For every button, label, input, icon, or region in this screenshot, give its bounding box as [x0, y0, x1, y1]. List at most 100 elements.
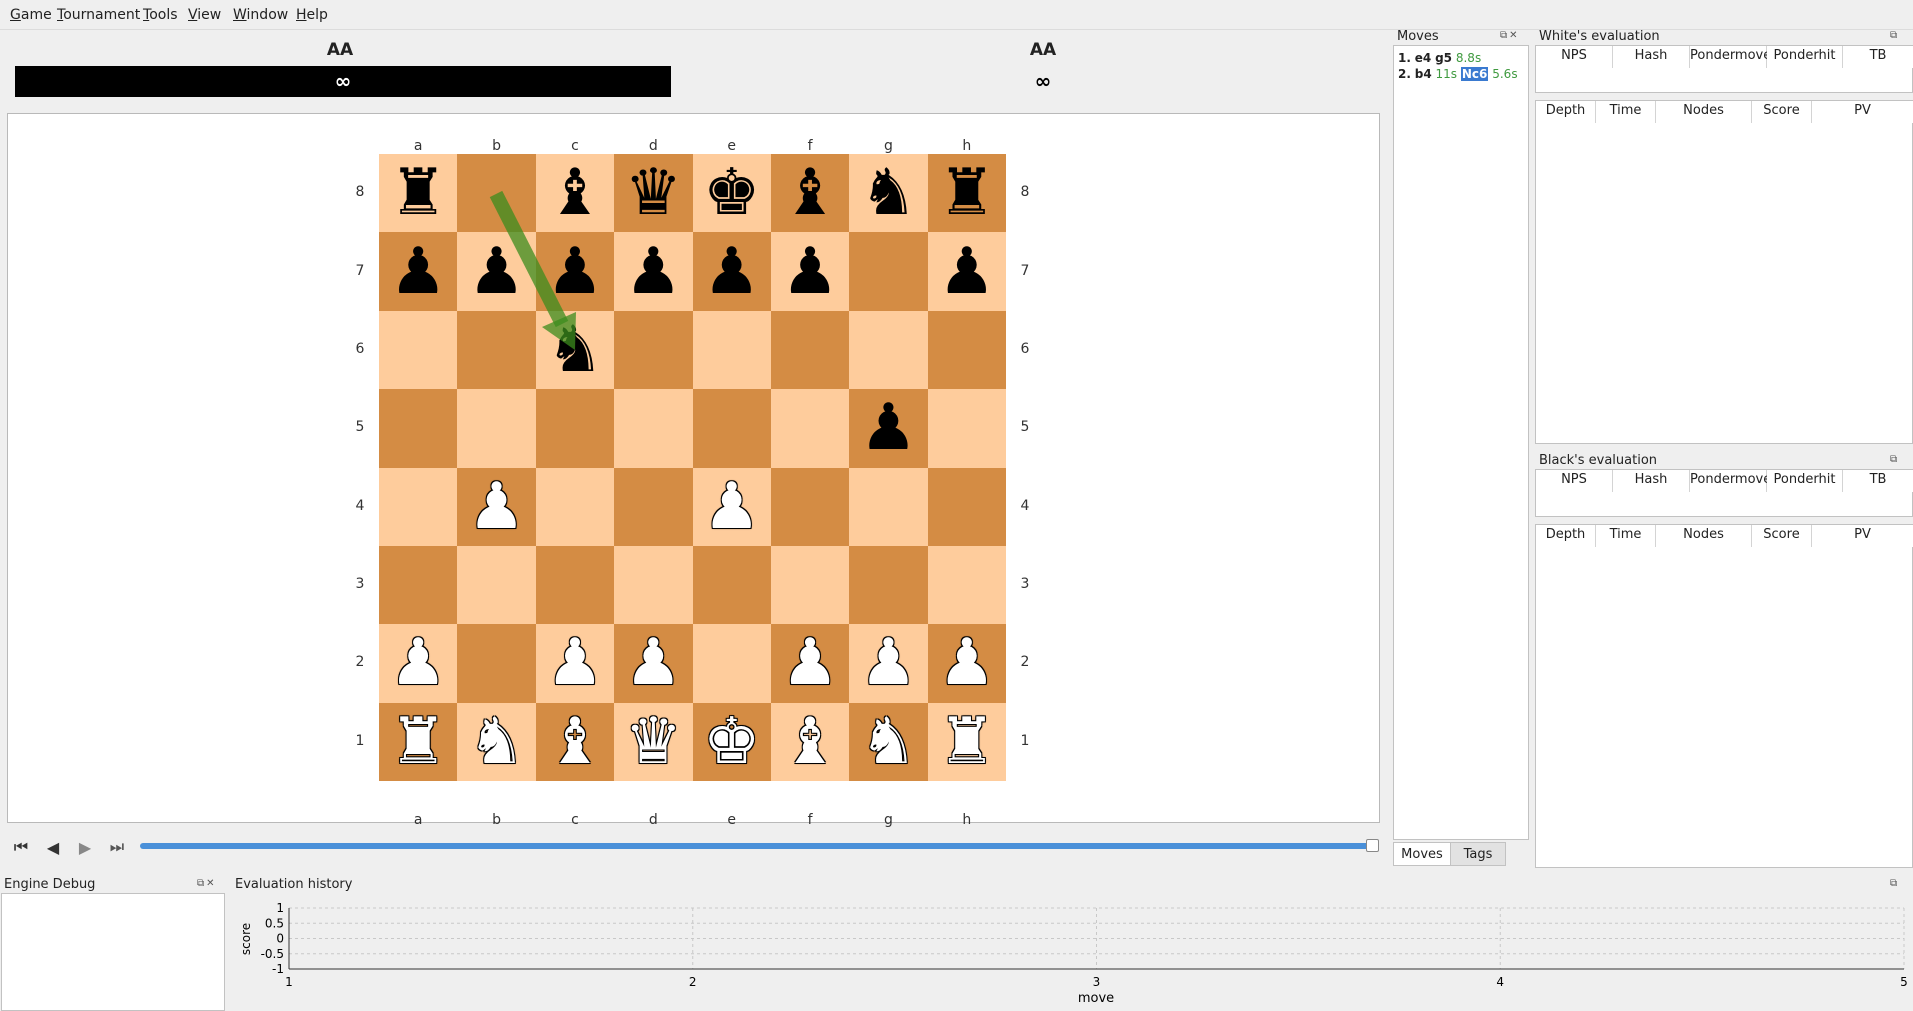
col-nps[interactable]: NPS — [1536, 470, 1613, 492]
black-player-name: AA — [1029, 40, 1057, 60]
col-time[interactable]: Time — [1596, 101, 1656, 123]
eval-x-label: move — [1078, 991, 1114, 1006]
previous-move-button[interactable]: ◀ — [42, 836, 64, 858]
move-slider[interactable] — [140, 843, 1378, 849]
moves-list[interactable] — [1393, 45, 1529, 840]
eval-y-tick: 0.5 — [265, 916, 284, 930]
file-label-e: e — [727, 138, 736, 154]
eval-x-tick: 1 — [285, 975, 293, 989]
file-label-a: a — [413, 138, 423, 154]
rank-label-4: 4 — [1020, 497, 1030, 514]
eval-x-tick: 5 — [1900, 975, 1908, 989]
col-pv[interactable]: PV — [1812, 525, 1913, 547]
file-label-b: b — [492, 138, 501, 154]
menu-help[interactable]: Help — [296, 7, 328, 23]
white-eval-pv — [1535, 100, 1913, 444]
col-tb[interactable]: TB — [1843, 470, 1913, 492]
black-eval-title: Black's evaluation — [1539, 453, 1658, 468]
black-eval-pv-header: Depth Time Nodes Score PV — [1536, 525, 1913, 547]
rank-label-5: 5 — [355, 419, 365, 436]
col-pondermove[interactable]: Pondermove — [1690, 470, 1771, 492]
file-label-g: g — [883, 138, 893, 154]
black-eval-pv — [1535, 524, 1913, 868]
file-label-h: h — [962, 812, 972, 828]
col-ponderhit[interactable]: Ponderhit — [1767, 470, 1843, 492]
col-pv[interactable]: PV — [1812, 101, 1913, 123]
first-move-button[interactable]: ⏮ — [10, 836, 32, 858]
col-pondermove[interactable]: Pondermove — [1690, 46, 1771, 68]
menu-window[interactable]: Window — [233, 7, 288, 23]
file-label-a: a — [413, 812, 423, 828]
eval-history-controls[interactable]: ⧉ — [1890, 878, 1899, 889]
move-slider-handle[interactable] — [1366, 839, 1379, 852]
eval-x-tick: 3 — [1093, 975, 1101, 989]
col-ponderhit[interactable]: Ponderhit — [1767, 46, 1843, 68]
eval-history-chart: 10.50-0.5-1 12345 score move — [228, 896, 1913, 1011]
black-move-selected[interactable]: Nc6 — [1460, 67, 1489, 81]
move-time: 11s — [1435, 67, 1458, 81]
col-nodes[interactable]: Nodes — [1656, 101, 1752, 123]
file-label-c: c — [571, 812, 579, 828]
col-tb[interactable]: TB — [1843, 46, 1913, 68]
menu-bar: Game Tournament Tools View Window Help — [0, 0, 1913, 30]
move-time: 5.6s — [1492, 67, 1518, 81]
move-time: 8.8s — [1455, 51, 1482, 65]
black-eval-controls[interactable]: ⧉ — [1890, 454, 1899, 465]
last-move-button[interactable]: ⏭ — [106, 836, 128, 858]
engine-debug-controls[interactable]: ⧉✕ — [197, 878, 217, 889]
move-line-2[interactable]: 2. b4 11s Nc6 5.6s — [1398, 66, 1518, 82]
menu-view[interactable]: View — [188, 7, 221, 23]
rank-label-3: 3 — [355, 576, 365, 593]
move-line-1[interactable]: 1. e4 g5 8.8s — [1398, 50, 1481, 66]
eval-history-title: Evaluation history — [235, 877, 353, 892]
black-eval-stats-header: NPS Hash Pondermove Ponderhit TB — [1536, 470, 1913, 492]
menu-game[interactable]: Game — [10, 7, 52, 23]
moves-panel-controls[interactable]: ⧉✕ — [1500, 30, 1520, 41]
col-hash[interactable]: Hash — [1613, 470, 1690, 492]
file-label-b: b — [492, 812, 501, 828]
white-eval-pv-header: Depth Time Nodes Score PV — [1536, 101, 1913, 123]
tab-tags[interactable]: Tags — [1451, 842, 1506, 866]
black-clock: ∞ — [1034, 69, 1052, 93]
move-number: 1. — [1398, 51, 1411, 65]
col-depth[interactable]: Depth — [1536, 525, 1596, 547]
rank-label-7: 7 — [355, 262, 365, 279]
white-move[interactable]: b4 — [1415, 67, 1432, 81]
tab-moves[interactable]: Moves — [1393, 842, 1451, 866]
col-nps[interactable]: NPS — [1536, 46, 1613, 68]
file-label-h: h — [962, 138, 972, 154]
rank-label-8: 8 — [355, 184, 365, 201]
rank-label-2: 2 — [1020, 654, 1030, 671]
file-label-g: g — [883, 812, 893, 828]
rank-label-6: 6 — [1020, 340, 1030, 357]
eval-x-tick: 2 — [689, 975, 697, 989]
next-move-button[interactable]: ▶ — [74, 836, 96, 858]
eval-x-tick: 4 — [1496, 975, 1504, 989]
white-eval-controls[interactable]: ⧉ — [1890, 30, 1899, 41]
menu-tournament[interactable]: Tournament — [57, 7, 140, 23]
engine-debug-title: Engine Debug — [4, 877, 96, 892]
white-move[interactable]: e4 — [1415, 51, 1432, 65]
rank-label-5: 5 — [1020, 419, 1030, 436]
engine-debug-output[interactable] — [1, 893, 225, 1011]
white-clock: ∞ — [15, 66, 671, 97]
eval-y-tick: -1 — [272, 962, 284, 976]
col-hash[interactable]: Hash — [1613, 46, 1690, 68]
col-score[interactable]: Score — [1752, 101, 1812, 123]
file-label-e: e — [727, 812, 736, 828]
rank-label-4: 4 — [355, 497, 365, 514]
eval-y-label: score — [239, 923, 253, 955]
col-time[interactable]: Time — [1596, 525, 1656, 547]
rank-label-8: 8 — [1020, 184, 1030, 201]
rank-label-6: 6 — [355, 340, 365, 357]
col-nodes[interactable]: Nodes — [1656, 525, 1752, 547]
rank-label-3: 3 — [1020, 576, 1030, 593]
menu-tools[interactable]: Tools — [143, 7, 178, 23]
rank-label-2: 2 — [355, 654, 365, 671]
col-depth[interactable]: Depth — [1536, 101, 1596, 123]
move-number: 2. — [1398, 67, 1411, 81]
white-eval-stats-header: NPS Hash Pondermove Ponderhit TB — [1536, 46, 1913, 68]
rank-label-1: 1 — [1020, 732, 1030, 749]
black-move[interactable]: g5 — [1435, 51, 1452, 65]
col-score[interactable]: Score — [1752, 525, 1812, 547]
